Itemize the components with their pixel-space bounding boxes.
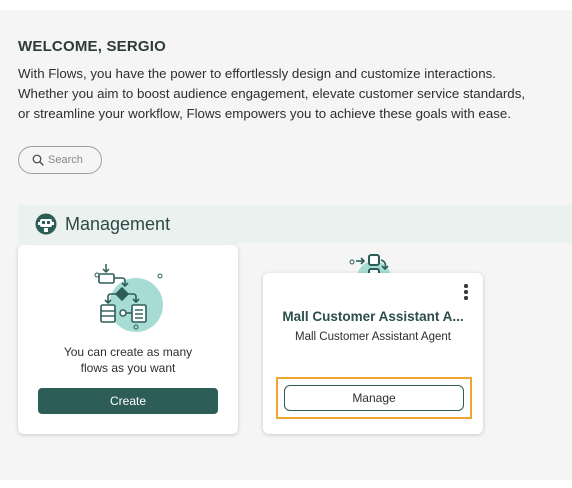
create-card-line: You can create as many (63, 345, 193, 359)
welcome-line: With Flows, you have the power to effort… (18, 66, 496, 81)
section-header-management: Management (18, 205, 572, 243)
welcome-description: With Flows, you have the power to effort… (18, 64, 563, 124)
create-card-line: flows as you want (80, 361, 176, 375)
welcome-title: WELCOME, SERGIO (18, 38, 167, 55)
robot-icon (35, 213, 57, 235)
agent-card-subtitle: Mall Customer Assistant Agent (295, 331, 451, 343)
agent-card-title: Mall Customer Assistant A... (282, 309, 464, 324)
welcome-line: or streamline your workflow, Flows empow… (18, 106, 511, 121)
kebab-menu-icon[interactable] (459, 282, 473, 302)
search-box[interactable] (18, 146, 102, 174)
flow-diagram-icon (94, 264, 163, 332)
section-title: Management (65, 213, 171, 234)
search-icon (32, 154, 44, 166)
create-button[interactable]: Create (38, 388, 218, 414)
manage-button[interactable]: Manage (284, 385, 464, 411)
welcome-line: Whether you aim to boost audience engage… (18, 86, 526, 101)
agent-card[interactable]: Mall Customer Assistant A... Mall Custom… (263, 273, 483, 434)
create-flow-card: You can create as many flows as you want… (18, 245, 238, 434)
create-card-text: You can create as many flows as you want (18, 344, 238, 376)
search-input[interactable] (48, 154, 94, 166)
manage-button-focus-ring: Manage (276, 377, 472, 419)
